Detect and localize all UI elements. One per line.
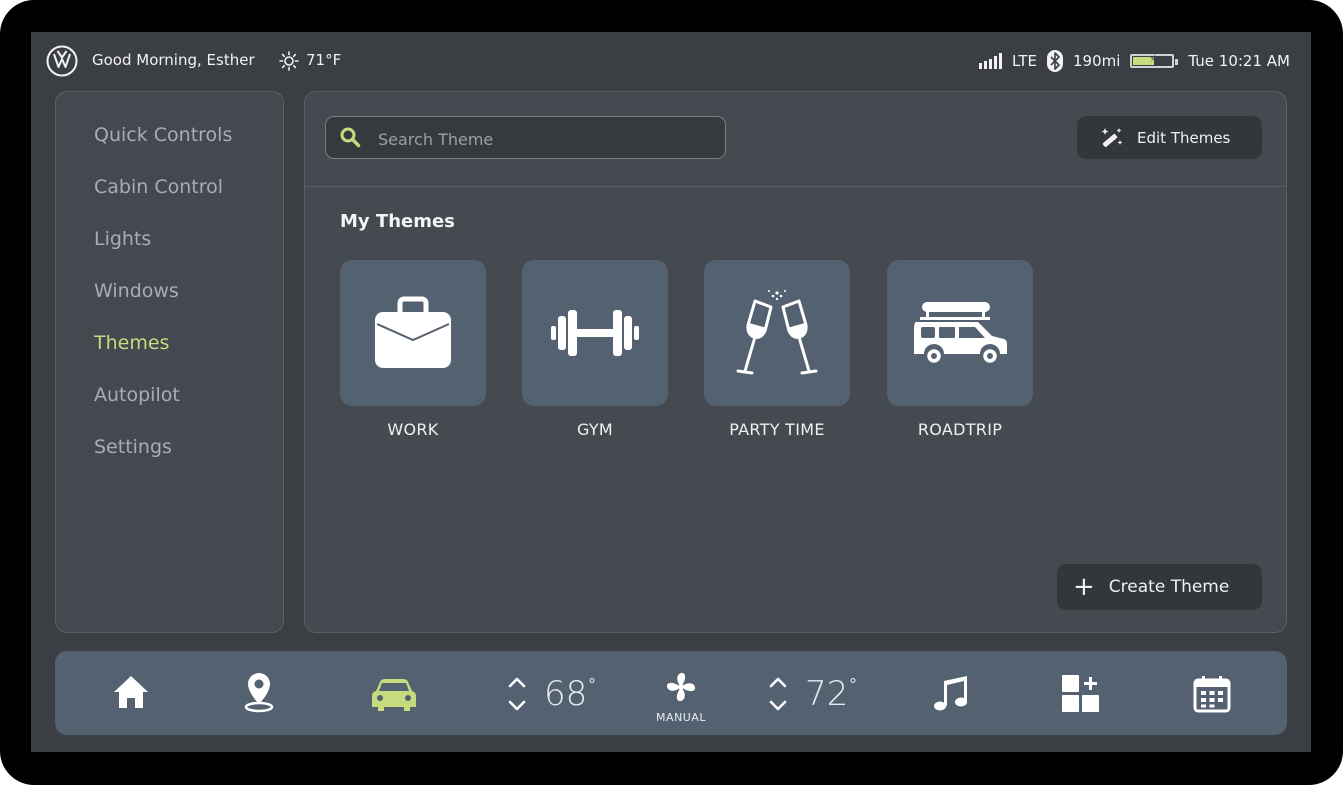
search-box[interactable]: [325, 116, 726, 159]
theme-tile: [522, 260, 668, 406]
map-pin-icon[interactable]: [243, 671, 275, 713]
car-roofbox-icon: [914, 302, 1007, 366]
infotainment-screen: Good Morning, Esther 71°F LTE 190mi ⚡ Tu…: [31, 32, 1311, 752]
theme-label: WORK: [387, 420, 439, 439]
bluetooth-icon: [1046, 50, 1063, 72]
vw-logo-icon: [46, 45, 78, 77]
sidebar-item-quick-controls[interactable]: Quick Controls: [94, 124, 232, 146]
sidebar-item-themes[interactable]: Themes: [94, 332, 169, 354]
passenger-temp-control: 72 °: [769, 669, 864, 719]
clock-text: Tue 10:21 AM: [1188, 52, 1290, 70]
search-input[interactable]: [376, 125, 710, 153]
edit-themes-label: Edit Themes: [1137, 128, 1231, 147]
create-theme-button[interactable]: + Create Theme: [1057, 564, 1262, 610]
degree-symbol: °: [849, 675, 857, 694]
champagne-icon: [736, 290, 818, 375]
passenger-temp-value: 72: [805, 674, 849, 714]
theme-tile: [704, 260, 850, 406]
theme-card-party-time[interactable]: PARTY TIME: [704, 260, 850, 439]
fan-control[interactable]: MANUAL: [649, 671, 713, 724]
temp-down-icon[interactable]: [508, 699, 526, 713]
sidebar-item-lights[interactable]: Lights: [94, 228, 151, 250]
theme-card-roadtrip[interactable]: ROADTRIP: [887, 260, 1033, 439]
search-icon: [340, 127, 361, 148]
calendar-icon[interactable]: [1193, 675, 1231, 713]
plus-icon: +: [1073, 572, 1095, 602]
theme-tile: [887, 260, 1033, 406]
battery-icon: ⚡: [1130, 54, 1179, 68]
fan-mode-label: MANUAL: [656, 711, 706, 724]
sun-icon: [279, 51, 299, 71]
magic-wand-icon: [1101, 127, 1123, 147]
fan-icon: [666, 672, 696, 702]
theme-tile: [340, 260, 486, 406]
temp-down-icon[interactable]: [769, 699, 787, 713]
sidebar-item-cabin-control[interactable]: Cabin Control: [94, 176, 223, 198]
theme-label: PARTY TIME: [729, 420, 825, 439]
driver-temp-control: 68 °: [508, 669, 603, 719]
signal-strength-icon: [979, 53, 1003, 69]
car-icon[interactable]: [371, 677, 417, 713]
themes-panel: Edit Themes My Themes WORK: [304, 91, 1287, 633]
dumbbell-icon: [551, 310, 639, 356]
status-bar: Good Morning, Esther 71°F LTE 190mi ⚡ Tu…: [31, 32, 1311, 90]
system-status: LTE 190mi ⚡ Tue 10:21 AM: [979, 50, 1290, 72]
theme-card-gym[interactable]: GYM: [522, 260, 668, 439]
theme-card-work[interactable]: WORK: [340, 260, 486, 439]
section-title: My Themes: [340, 211, 455, 232]
create-theme-label: Create Theme: [1108, 577, 1230, 597]
theme-label: GYM: [576, 420, 614, 439]
theme-label: ROADTRIP: [917, 420, 1003, 439]
temp-up-icon[interactable]: [769, 675, 787, 689]
apps-grid-icon[interactable]: [1062, 675, 1100, 713]
temp-up-icon[interactable]: [508, 675, 526, 689]
degree-symbol: °: [588, 675, 596, 694]
sidebar-item-settings[interactable]: Settings: [94, 436, 172, 458]
home-icon[interactable]: [112, 673, 150, 711]
bottom-dock: 68 ° MANUAL 72 °: [55, 651, 1287, 735]
outside-temperature: 71°F: [306, 51, 342, 69]
network-label: LTE: [1012, 52, 1037, 70]
music-note-icon[interactable]: [931, 673, 971, 713]
briefcase-icon: [375, 296, 451, 368]
driver-temp-value: 68: [544, 674, 588, 714]
range-text: 190mi: [1072, 52, 1121, 70]
header-divider: [305, 186, 1286, 187]
edit-themes-button[interactable]: Edit Themes: [1077, 116, 1262, 159]
sidebar-nav: Quick Controls Cabin Control Lights Wind…: [55, 91, 284, 633]
sidebar-item-windows[interactable]: Windows: [94, 280, 179, 302]
greeting-text: Good Morning, Esther: [92, 51, 255, 69]
sidebar-item-autopilot[interactable]: Autopilot: [94, 384, 180, 406]
